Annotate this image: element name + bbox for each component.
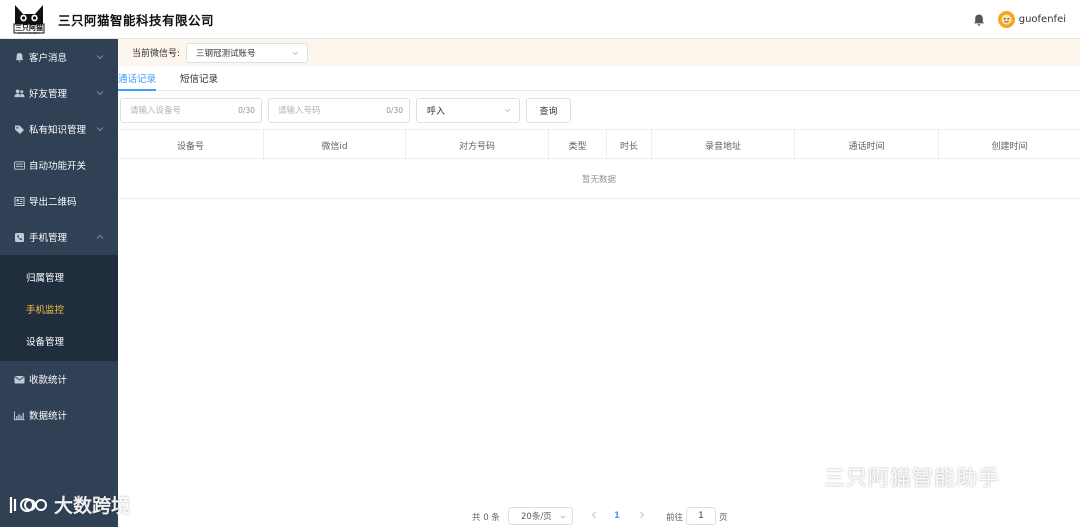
column-header-wechat-id[interactable]: 微信id [264,130,406,160]
sidebar-item-export-qrcode[interactable]: 导出二维码 [0,183,118,219]
qrcode-icon [14,196,25,207]
sidebar-item-customer-messages[interactable]: 客户消息 [0,39,118,75]
page-unit-label: 页 [719,513,728,523]
column-header-call-time[interactable]: 通话时间 [795,130,939,160]
sidebar-item-phone-management[interactable]: 手机管理 [0,219,118,255]
logo-subtext: 3MAMAO.COM [18,31,40,35]
account-label: 当前微信号: [132,49,181,59]
watermark-brand: 大数跨境 [8,491,130,518]
device-number-count: 0/30 [238,105,255,115]
sidebar-item-label: 数据统计 [29,411,68,422]
user-avatar[interactable] [997,11,1015,28]
record-tabs: 通话记录 短信记录 [118,66,1080,91]
sidebar-item-private-knowledge[interactable]: 私有知识管理 [0,111,118,147]
top-header: 三只阿猫 3MAMAO.COM 三只阿猫智能科技有限公司 guofenfei [0,0,1080,39]
phone-number-placeholder: 请输入号码 [278,106,321,116]
column-header-type[interactable]: 类型 [549,130,607,160]
sidebar-item-phone-monitoring[interactable]: 手机监控 [0,293,118,325]
phone-icon [14,232,25,243]
pagination-total: 共 0 条 [472,513,500,523]
chevron-down-icon [96,89,104,97]
brand-logo-icon [8,493,50,517]
chevron-down-icon [96,125,104,133]
sidebar-item-label: 客户消息 [29,53,68,64]
watermark-wechat-text: 三只阿猫智能助手 [824,466,1000,490]
sidebar-item-label: 好友管理 [29,89,68,100]
column-header-device[interactable]: 设备号 [118,130,264,160]
sidebar-item-ownership-management[interactable]: 归属管理 [0,261,118,293]
call-records-table: 设备号 微信id 对方号码 类型 时长 录音地址 通话时间 创建时间 暂无数据 [118,129,1080,199]
logo: 三只阿猫 3MAMAO.COM [12,2,46,36]
tab-sms-records[interactable]: 短信记录 [180,65,218,90]
chevron-down-icon [504,107,511,114]
main-content: 当前微信号: 三钢冠测试账号 通话记录 短信记录 请输入设备号 0/30 请输入… [118,39,1080,527]
filter-bar: 请输入设备号 0/30 请输入号码 0/30 呼入 查询 [118,91,1080,129]
notification-bell-icon[interactable] [972,13,986,27]
phone-number-count: 0/30 [386,105,403,115]
call-direction-value: 呼入 [427,106,446,117]
next-page-icon[interactable] [638,510,646,520]
sidebar-item-label: 手机管理 [29,233,68,244]
username[interactable]: guofenfei [1019,14,1066,25]
account-bar: 当前微信号: 三钢冠测试账号 [118,39,1080,66]
tab-call-records[interactable]: 通话记录 [118,65,156,91]
page-size-select[interactable]: 20条/页 [508,507,573,525]
phone-number-input[interactable]: 请输入号码 0/30 [268,97,410,123]
page-size-value: 20条/页 [521,512,552,522]
sidebar-item-payment-stats[interactable]: 收款统计 [0,361,118,397]
switch-icon [14,160,25,171]
watermark-wechat: 三只阿猫智能助手 [784,462,1000,492]
wechat-icon [784,463,818,491]
chevron-down-icon [292,50,299,57]
goto-page-input[interactable]: 1 [686,507,716,525]
account-select[interactable]: 三钢冠测试账号 [186,42,309,63]
account-select-value: 三钢冠测试账号 [196,48,256,59]
sidebar-item-friend-management[interactable]: 好友管理 [0,75,118,111]
column-header-peer-number[interactable]: 对方号码 [406,130,549,160]
chart-icon [14,410,25,421]
sidebar-item-label: 收款统计 [29,375,68,386]
column-header-created-time[interactable]: 创建时间 [939,130,1080,160]
pagination: 共 0 条 20条/页 1 前往 1 页 [118,505,1080,527]
watermark-brand-text: 大数跨境 [54,495,131,517]
sidebar-item-label: 自动功能开关 [29,161,87,172]
sidebar-item-label: 私有知识管理 [29,125,87,136]
goto-label: 前往 [666,513,684,523]
chevron-down-icon [560,513,566,519]
sidebar-item-data-stats[interactable]: 数据统计 [0,397,118,433]
sidebar: 客户消息 好友管理 私有知识管理 自动功能开关 导出二维码 手机管理 归属管理 … [0,39,118,527]
mail-icon [14,374,25,385]
column-header-duration[interactable]: 时长 [607,130,652,160]
empty-state: 暂无数据 [118,159,1080,199]
phone-management-submenu: 归属管理 手机监控 设备管理 [0,255,118,361]
current-page-number[interactable]: 1 [614,511,620,521]
device-number-input[interactable]: 请输入设备号 0/30 [120,97,262,123]
prev-page-icon[interactable] [590,510,598,520]
header-user-area: guofenfei [972,0,1066,39]
sidebar-item-device-management[interactable]: 设备管理 [0,325,118,357]
call-direction-select[interactable]: 呼入 [416,97,520,123]
users-icon [14,88,25,99]
company-name: 三只阿猫智能科技有限公司 [58,12,215,28]
search-button[interactable]: 查询 [526,97,571,123]
tag-icon [14,124,25,135]
bell-icon [14,52,25,63]
device-number-placeholder: 请输入设备号 [130,106,182,116]
sidebar-item-label: 导出二维码 [29,197,77,208]
table-header: 设备号 微信id 对方号码 类型 时长 录音地址 通话时间 创建时间 [118,129,1080,160]
sidebar-item-auto-switch[interactable]: 自动功能开关 [0,147,118,183]
column-header-recording-url[interactable]: 录音地址 [652,130,795,160]
chevron-up-icon [96,233,104,241]
chevron-down-icon [96,53,104,61]
